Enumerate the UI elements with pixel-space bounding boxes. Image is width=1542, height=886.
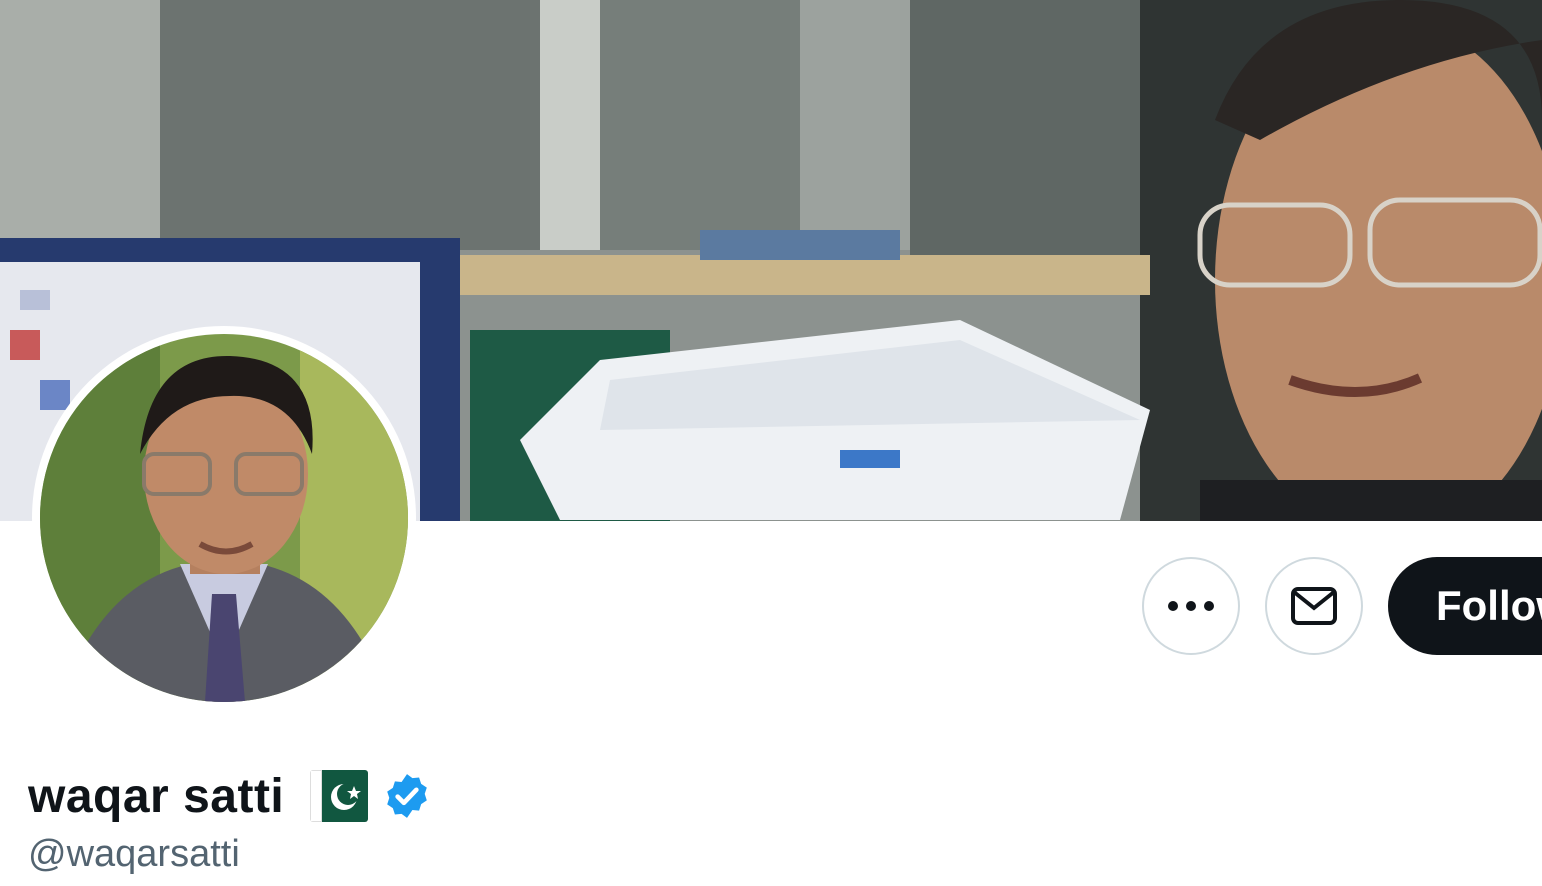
pakistan-flag-icon bbox=[310, 770, 369, 822]
envelope-icon bbox=[1291, 587, 1337, 625]
message-button[interactable] bbox=[1265, 557, 1363, 655]
follow-button-label: Follow bbox=[1436, 582, 1542, 629]
follow-button[interactable]: Follow bbox=[1388, 557, 1542, 655]
avatar-photo bbox=[40, 334, 408, 702]
more-horizontal-icon bbox=[1168, 601, 1214, 611]
profile-avatar[interactable] bbox=[32, 326, 416, 710]
display-name: waqar satti bbox=[28, 769, 285, 823]
profile-name-row: waqar satti bbox=[28, 764, 432, 828]
user-handle: @waqarsatti bbox=[28, 833, 240, 875]
verified-badge-icon[interactable] bbox=[382, 771, 432, 821]
more-options-button[interactable] bbox=[1142, 557, 1240, 655]
